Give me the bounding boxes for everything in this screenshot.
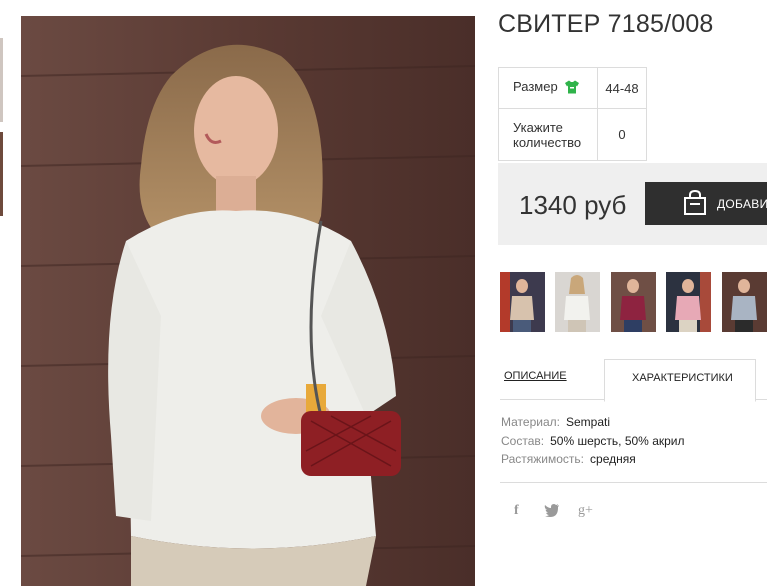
characteristic-key: Материал: [501, 415, 560, 429]
quantity-input[interactable]: 0 [597, 108, 647, 161]
gallery-thumbnail-1[interactable] [500, 272, 545, 332]
characteristic-key: Растяжимость: [501, 452, 585, 466]
size-label: Размер [513, 79, 558, 95]
product-title: СВИТЕР 7185/008 [498, 10, 714, 38]
characteristic-row: Состав: 50% шерсть, 50% акрил [501, 434, 685, 448]
characteristic-value: Sempati [565, 415, 610, 429]
characteristic-value: средняя [590, 452, 636, 466]
facebook-icon[interactable]: f [514, 503, 519, 519]
price-value: 1340 руб [519, 190, 627, 220]
gallery-thumbnail-3[interactable] [611, 272, 656, 332]
characteristic-value: 50% шерсть, 50% акрил [550, 434, 685, 448]
size-label-cell: Размер [498, 67, 598, 109]
add-to-cart-button[interactable]: ДОБАВИТЬ [645, 182, 767, 225]
tshirt-size-icon[interactable] [564, 80, 580, 97]
characteristic-row: Растяжимость: средняя [501, 452, 636, 466]
social-divider [500, 482, 767, 483]
spec-row-size: Размер 44-48 [498, 67, 647, 109]
tab-characteristics-label[interactable]: ХАРАКТЕРИСТИКИ [632, 372, 733, 384]
twitter-icon[interactable] [544, 503, 560, 520]
google-plus-icon[interactable]: g+ [578, 503, 593, 519]
gallery-thumbnail-2[interactable] [555, 272, 600, 332]
size-value[interactable]: 44-48 [597, 67, 647, 109]
shopping-bag-icon [683, 189, 707, 221]
spec-row-quantity: Укажите количество 0 [498, 108, 647, 161]
main-product-photo[interactable] [21, 16, 475, 586]
gallery-thumbnail-4[interactable] [666, 272, 711, 332]
tab-description[interactable]: ОПИСАНИЕ [504, 370, 567, 382]
characteristic-row: Материал: Sempati [501, 415, 610, 429]
add-to-cart-label: ДОБАВИТЬ [717, 197, 767, 211]
spec-table: Размер 44-48 Укажите количество 0 [498, 67, 647, 161]
quantity-label: Укажите количество [498, 108, 598, 161]
side-thumbnail-1[interactable] [0, 38, 3, 122]
gallery-thumbnail-5[interactable] [722, 272, 767, 332]
characteristic-key: Состав: [501, 434, 545, 448]
side-thumbnail-2[interactable] [0, 132, 3, 216]
